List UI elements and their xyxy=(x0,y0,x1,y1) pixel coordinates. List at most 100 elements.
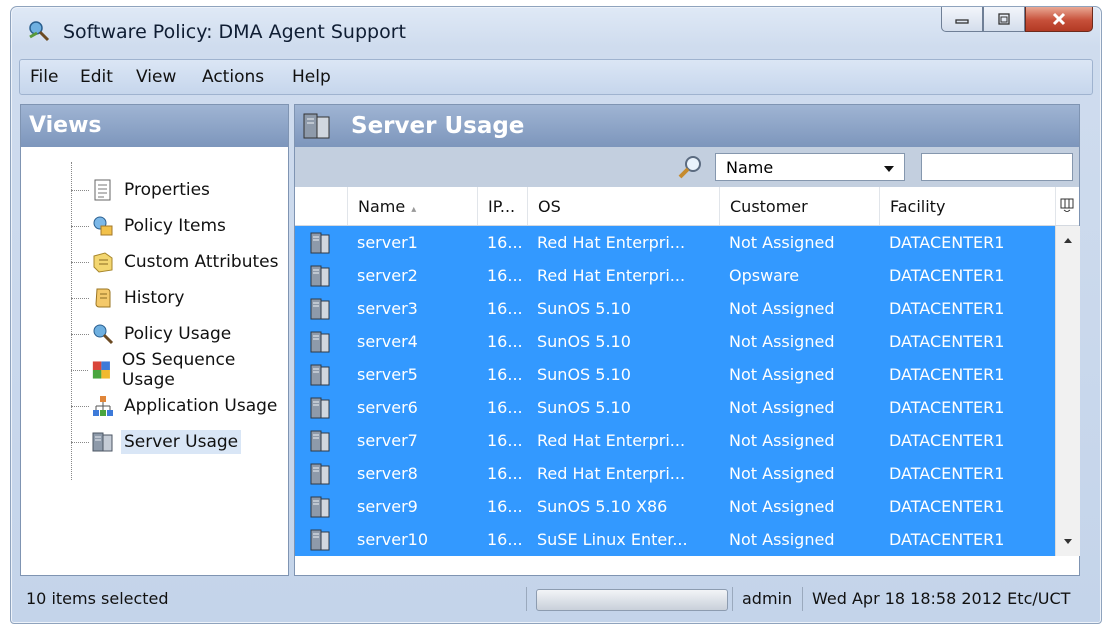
cell-ip: 16... xyxy=(487,398,523,417)
table-row[interactable]: server4 16... SunOS 5.10 Not Assigned DATACE… xyxy=(295,325,1055,358)
view-item-history[interactable]: History xyxy=(71,283,187,313)
view-item-policy-usage[interactable]: Policy Usage xyxy=(71,319,234,349)
cell-ip: 16... xyxy=(487,266,523,285)
cell-facility: DATACENTER1 xyxy=(889,464,1005,483)
cell-name: server9 xyxy=(357,497,418,516)
view-item-policy-items[interactable]: Policy Items xyxy=(71,211,229,241)
view-item-server-usage[interactable]: Server Usage xyxy=(71,427,242,457)
cell-name: server4 xyxy=(357,332,418,351)
cell-customer: Opsware xyxy=(729,266,800,285)
cell-customer: Not Assigned xyxy=(729,497,835,516)
close-button[interactable] xyxy=(1025,7,1093,32)
column-header-name[interactable]: Name ▴ xyxy=(347,187,477,225)
table-row[interactable]: server5 16... SunOS 5.10 Not Assigned DATACE… xyxy=(295,358,1055,391)
table-row[interactable]: server2 16... Red Hat Enterpri... Opsware DA… xyxy=(295,259,1055,292)
table-row[interactable]: server6 16... SunOS 5.10 Not Assigned DATACE… xyxy=(295,391,1055,424)
column-header-os[interactable]: OS xyxy=(527,187,719,225)
server-table: Name ▴ IP... OS Customer Facility server1… xyxy=(295,187,1080,575)
cell-facility: DATACENTER1 xyxy=(889,365,1005,384)
cell-name: server6 xyxy=(357,398,418,417)
chevron-down-icon xyxy=(884,166,894,172)
cell-name: server3 xyxy=(357,299,418,318)
cell-facility: DATACENTER1 xyxy=(889,233,1005,252)
cell-name: server8 xyxy=(357,464,418,483)
filter-field-value: Name xyxy=(726,158,774,177)
cell-ip: 16... xyxy=(487,431,523,450)
cell-os: Red Hat Enterpri... xyxy=(537,266,686,285)
vertical-scrollbar[interactable] xyxy=(1055,226,1080,556)
menu-file[interactable]: File xyxy=(30,67,58,87)
cell-ip: 16... xyxy=(487,299,523,318)
progress-bar xyxy=(536,589,728,611)
cell-os: SuSE Linux Enter... xyxy=(537,530,688,549)
table-row[interactable]: server7 16... Red Hat Enterpri... Not Assig… xyxy=(295,424,1055,457)
column-header-icon xyxy=(295,187,347,225)
sort-ascending-icon: ▴ xyxy=(411,204,417,215)
cell-name: server7 xyxy=(357,431,418,450)
table-row[interactable]: server10 16... SuSE Linux Enter... Not Assi… xyxy=(295,523,1055,556)
cell-os: SunOS 5.10 X86 xyxy=(537,497,668,516)
view-item-custom-attributes[interactable]: Custom Attributes xyxy=(71,247,281,277)
column-chooser-icon xyxy=(1060,198,1074,213)
column-header-facility[interactable]: Facility xyxy=(879,187,1055,225)
table-row[interactable]: server8 16... Red Hat Enterpri... Not Assig… xyxy=(295,457,1055,490)
server-usage-header: Server Usage xyxy=(295,105,1079,147)
cell-os: Red Hat Enterpri... xyxy=(537,233,686,252)
view-item-label: History xyxy=(124,288,185,308)
table-body: server1 16... Red Hat Enterpri... Not Assig… xyxy=(295,226,1055,556)
column-header-ip[interactable]: IP... xyxy=(477,187,527,225)
view-item-label: Policy Usage xyxy=(124,324,232,344)
table-row[interactable]: server1 16... Red Hat Enterpri... Not Assig… xyxy=(295,226,1055,259)
view-item-os-sequence-usage[interactable]: OS Sequence Usage xyxy=(71,350,288,390)
server-icon xyxy=(310,232,330,254)
cell-customer: Not Assigned xyxy=(729,530,835,549)
os-sequence-icon xyxy=(92,361,111,379)
cell-customer: Not Assigned xyxy=(729,464,835,483)
view-item-label: OS Sequence Usage xyxy=(121,350,236,390)
minimize-icon xyxy=(955,19,969,24)
maximize-button[interactable] xyxy=(983,7,1025,32)
server-icon xyxy=(310,298,330,320)
cell-os: SunOS 5.10 xyxy=(537,398,631,417)
history-icon xyxy=(95,288,111,308)
table-row[interactable]: server9 16... SunOS 5.10 X86 Not Assigned DA… xyxy=(295,490,1055,523)
table-header: Name ▴ IP... OS Customer Facility xyxy=(295,187,1079,226)
filter-toolbar: Name xyxy=(295,147,1079,188)
server-icon xyxy=(310,265,330,287)
window-title: Software Policy: DMA Agent Support xyxy=(63,21,406,43)
status-datetime: Wed Apr 18 18:58 2012 Etc/UCT xyxy=(812,589,1071,608)
server-icon xyxy=(310,463,330,485)
menu-help[interactable]: Help xyxy=(292,67,331,87)
cell-customer: Not Assigned xyxy=(729,431,835,450)
filter-field-select[interactable]: Name xyxy=(715,153,905,181)
cell-ip: 16... xyxy=(487,365,523,384)
search-icon[interactable] xyxy=(675,153,705,181)
menu-view[interactable]: View xyxy=(136,67,176,87)
views-panel: Views Properties Policy Items Custom Att… xyxy=(20,104,289,576)
column-header-customer[interactable]: Customer xyxy=(719,187,879,225)
column-chooser-button[interactable] xyxy=(1055,187,1079,225)
status-divider xyxy=(802,587,803,611)
view-item-properties[interactable]: Properties xyxy=(71,175,213,205)
application-usage-icon xyxy=(93,396,113,416)
status-bar: 10 items selected admin Wed Apr 18 18:58… xyxy=(10,585,1078,613)
cell-facility: DATACENTER1 xyxy=(889,431,1005,450)
view-item-application-usage[interactable]: Application Usage xyxy=(71,391,280,421)
cell-name: server5 xyxy=(357,365,418,384)
cell-customer: Not Assigned xyxy=(729,233,835,252)
close-icon xyxy=(1052,12,1066,26)
cell-os: Red Hat Enterpri... xyxy=(537,431,686,450)
cell-ip: 16... xyxy=(487,497,523,516)
cell-facility: DATACENTER1 xyxy=(889,497,1005,516)
minimize-button[interactable] xyxy=(941,7,983,32)
current-user: admin xyxy=(742,589,793,608)
title-bar[interactable]: Software Policy: DMA Agent Support xyxy=(11,7,1101,55)
table-row[interactable]: server3 16... SunOS 5.10 Not Assigned DATACE… xyxy=(295,292,1055,325)
server-usage-title: Server Usage xyxy=(351,113,525,139)
scroll-down-icon[interactable] xyxy=(1063,538,1073,546)
menu-actions[interactable]: Actions xyxy=(202,67,264,87)
menu-edit[interactable]: Edit xyxy=(80,67,113,87)
server-icon xyxy=(310,364,330,386)
scroll-up-icon[interactable] xyxy=(1063,236,1073,244)
filter-search-input[interactable] xyxy=(921,153,1073,181)
